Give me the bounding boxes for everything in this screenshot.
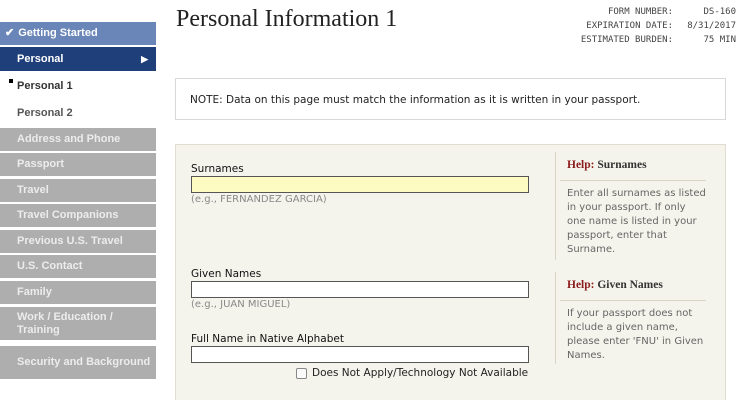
nav-travel-companions[interactable]: Travel Companions	[0, 204, 156, 228]
does-not-apply-row[interactable]: Does Not Apply/Technology Not Available	[296, 367, 528, 379]
surnames-example: (e.g., FERNANDEZ GARCIA)	[191, 194, 327, 205]
expiration-date-value: 8/31/2017	[687, 21, 736, 31]
nav-personal-1-label: Personal 1	[17, 79, 73, 92]
help-rule	[560, 300, 706, 301]
expiration-date-label: EXPIRATION DATE:	[586, 21, 673, 31]
help-divider	[555, 272, 556, 364]
help-given-names-text: If your passport does not include a give…	[567, 308, 704, 361]
nav-personal-2-label: Personal 2	[17, 106, 73, 119]
native-name-label: Full Name in Native Alphabet	[191, 333, 344, 345]
nav-item-label: Family	[17, 286, 52, 298]
nav-family[interactable]: Family	[0, 281, 156, 305]
estimated-burden-row: ESTIMATED BURDEN: 75 MIN	[571, 33, 736, 47]
sidebar-nav: ✔ Getting Started Personal ▶ Personal 1 …	[0, 0, 156, 400]
help-rule	[560, 180, 706, 181]
nav-travel[interactable]: Travel	[0, 179, 156, 203]
nav-security-and-background[interactable]: Security and Background	[0, 346, 156, 380]
current-page-bullet-icon	[9, 79, 13, 83]
help-prefix: Help:	[567, 279, 595, 291]
estimated-burden-label: ESTIMATED BURDEN:	[580, 35, 673, 45]
nav-personal-1[interactable]: Personal 1	[0, 75, 156, 97]
help-divider	[555, 152, 556, 260]
does-not-apply-label: Does Not Apply/Technology Not Available	[312, 367, 529, 379]
nav-item-label: Work / Education / Training	[17, 310, 113, 336]
nav-item-label: Travel	[17, 184, 49, 196]
form-number-value: DS-160	[703, 7, 736, 17]
surnames-input[interactable]	[191, 176, 529, 193]
nav-personal-2[interactable]: Personal 2	[0, 102, 156, 124]
nav-item-label: Address and Phone	[17, 133, 121, 145]
help-given-names-topic: Given Names	[597, 279, 663, 291]
page-title: Personal Information 1	[176, 6, 398, 32]
help-surnames-title: Help: Surnames	[567, 159, 647, 171]
nav-personal-label: Personal	[17, 52, 64, 65]
nav-passport[interactable]: Passport	[0, 153, 156, 177]
nav-us-contact[interactable]: U.S. Contact	[0, 255, 156, 279]
form-meta: FORM NUMBER: DS-160 EXPIRATION DATE: 8/3…	[571, 5, 736, 47]
nav-work-education-training[interactable]: Work / Education / Training	[0, 307, 156, 341]
given-names-label: Given Names	[191, 268, 262, 280]
arrow-right-icon: ▶	[141, 53, 148, 64]
nav-personal[interactable]: Personal ▶	[0, 47, 156, 71]
form-number-row: FORM NUMBER: DS-160	[571, 5, 736, 19]
nav-item-label: Passport	[17, 158, 65, 170]
given-names-example: (e.g., JUAN MIGUEL)	[191, 299, 291, 310]
does-not-apply-checkbox[interactable]	[296, 367, 307, 379]
nav-getting-started[interactable]: ✔ Getting Started	[0, 22, 156, 46]
nav-previous-us-travel[interactable]: Previous U.S. Travel	[0, 230, 156, 254]
given-names-input[interactable]	[191, 281, 529, 298]
nav-item-label: U.S. Contact	[17, 260, 83, 272]
passport-note: NOTE: Data on this page must match the i…	[175, 78, 726, 120]
help-given-names-title: Help: Given Names	[567, 279, 663, 291]
nav-item-label: Security and Background	[17, 356, 151, 368]
form-number-label: FORM NUMBER:	[607, 7, 673, 17]
surnames-label: Surnames	[191, 163, 244, 175]
nav-item-label: Travel Companions	[17, 209, 119, 221]
help-prefix: Help:	[567, 159, 595, 171]
nav-getting-started-label: Getting Started	[18, 27, 98, 39]
help-surnames-text: Enter all surnames as listed in your pas…	[567, 188, 706, 255]
expiration-date-row: EXPIRATION DATE: 8/31/2017	[571, 19, 736, 33]
nav-item-label: Previous U.S. Travel	[17, 235, 123, 247]
estimated-burden-value: 75 MIN	[703, 35, 736, 45]
checkmark-icon: ✔	[5, 27, 15, 39]
help-surnames-topic: Surnames	[597, 159, 647, 171]
native-name-input[interactable]	[191, 346, 529, 363]
nav-address-and-phone[interactable]: Address and Phone	[0, 128, 156, 152]
